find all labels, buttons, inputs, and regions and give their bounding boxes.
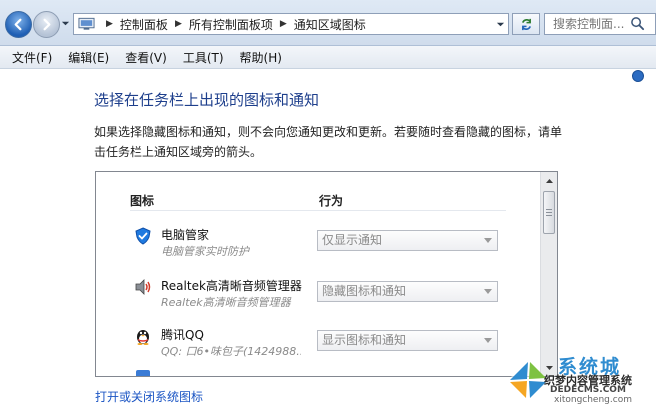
forward-button[interactable] bbox=[33, 11, 60, 38]
item-name: 腾讯QQ bbox=[161, 328, 204, 342]
chevron-right-icon: ▶ bbox=[106, 19, 113, 29]
item-description: Realtek高清晰音频管理器 bbox=[161, 296, 291, 309]
back-button[interactable] bbox=[5, 11, 32, 38]
recent-pages-chevron-down-icon[interactable] bbox=[61, 19, 70, 28]
scroll-thumb[interactable] bbox=[543, 191, 555, 234]
help-icon[interactable] bbox=[632, 70, 644, 82]
address-bar-region: ▶ 控制面板 ▶ 所有控制面板项 ▶ 通知区域图标 bbox=[0, 0, 656, 46]
header-divider bbox=[130, 210, 506, 211]
list-item bbox=[96, 370, 541, 376]
column-header-behavior: 行为 bbox=[319, 194, 344, 208]
behavior-dropdown-value: 仅显示通知 bbox=[322, 233, 383, 247]
watermark-line: DEDECMS.COM bbox=[550, 385, 626, 395]
chevron-right-icon: ▶ bbox=[279, 19, 287, 29]
behavior-dropdown[interactable]: 仅显示通知 bbox=[317, 230, 498, 251]
item-description: 电脑管家实时防护 bbox=[161, 245, 249, 258]
item-name: Realtek高清晰音频管理器 bbox=[161, 279, 302, 293]
menu-tools[interactable]: 工具(T) bbox=[175, 49, 232, 66]
refresh-button[interactable] bbox=[512, 13, 540, 35]
item-description: QQ: 口6•味包子(1424988... bbox=[161, 345, 301, 358]
triangle-up-icon bbox=[545, 178, 553, 183]
grip-line bbox=[546, 212, 552, 213]
item-name: 电脑管家 bbox=[161, 228, 210, 242]
system-icons-link[interactable]: 打开或关闭系统图标 bbox=[95, 388, 203, 405]
chevron-down-icon bbox=[484, 289, 492, 294]
vertical-scrollbar[interactable] bbox=[540, 172, 557, 376]
chevron-down-icon bbox=[484, 338, 492, 343]
control-panel-icon bbox=[78, 17, 95, 30]
address-history-chevron-down-icon[interactable] bbox=[496, 20, 505, 29]
page-description: 如果选择隐藏图标和通知，则不会向您通知更改和更新。若要随时查看隐藏的图标，请单击… bbox=[94, 125, 563, 159]
column-header-icon: 图标 bbox=[130, 194, 155, 208]
breadcrumb-item-all-items[interactable]: 所有控制面板项 bbox=[189, 16, 273, 33]
menu-view[interactable]: 查看(V) bbox=[117, 49, 175, 66]
chevron-down-icon bbox=[484, 238, 492, 243]
breadcrumb-item-notification-icons[interactable]: 通知区域图标 bbox=[294, 16, 366, 33]
menu-file[interactable]: 文件(F) bbox=[4, 49, 60, 66]
behavior-dropdown[interactable]: 隐藏图标和通知 bbox=[317, 281, 498, 302]
shield-icon bbox=[135, 227, 151, 245]
arrow-right-icon bbox=[43, 18, 51, 31]
list-item: 电脑管家 电脑管家实时防护 仅显示通知 bbox=[96, 224, 541, 270]
qq-penguin-icon bbox=[137, 330, 149, 345]
grip-line bbox=[546, 215, 552, 216]
list-item: 腾讯QQ QQ: 口6•味包子(1424988... 显示图标和通知 bbox=[96, 324, 541, 370]
watermark: 系统城 织梦内容管理系统 DEDECMS.COM xitongcheng.com bbox=[504, 350, 656, 407]
arrow-left-icon bbox=[14, 18, 22, 31]
chevron-right-icon: ▶ bbox=[174, 19, 182, 29]
breadcrumb-item-control-panel[interactable]: 控制面板 bbox=[120, 16, 168, 33]
behavior-dropdown-value: 显示图标和通知 bbox=[322, 333, 407, 347]
notification-icons-list: 图标 行为 电脑管家 电脑管家实时防护 仅显示通知 Realtek高清晰音频管理… bbox=[95, 171, 558, 377]
scroll-up-button[interactable] bbox=[541, 172, 557, 189]
breadcrumb[interactable]: ▶ 控制面板 ▶ 所有控制面板项 ▶ 通知区域图标 bbox=[73, 13, 509, 35]
watermark-url: xitongcheng.com bbox=[554, 395, 632, 405]
menu-bar: 文件(F) 编辑(E) 查看(V) 工具(T) 帮助(H) bbox=[0, 46, 656, 69]
menu-help[interactable]: 帮助(H) bbox=[232, 49, 290, 66]
menu-edit[interactable]: 编辑(E) bbox=[60, 49, 117, 66]
search-icon[interactable] bbox=[630, 16, 645, 31]
list-item: Realtek高清晰音频管理器 Realtek高清晰音频管理器 隐藏图标和通知 bbox=[96, 275, 541, 321]
grip-line bbox=[546, 209, 552, 210]
behavior-dropdown[interactable]: 显示图标和通知 bbox=[317, 330, 498, 351]
speaker-icon bbox=[135, 279, 151, 295]
refresh-icon bbox=[521, 18, 531, 30]
app-icon bbox=[136, 370, 150, 376]
page-title: 选择在任务栏上出现的图标和通知 bbox=[94, 91, 320, 109]
behavior-dropdown-value: 隐藏图标和通知 bbox=[322, 284, 407, 298]
